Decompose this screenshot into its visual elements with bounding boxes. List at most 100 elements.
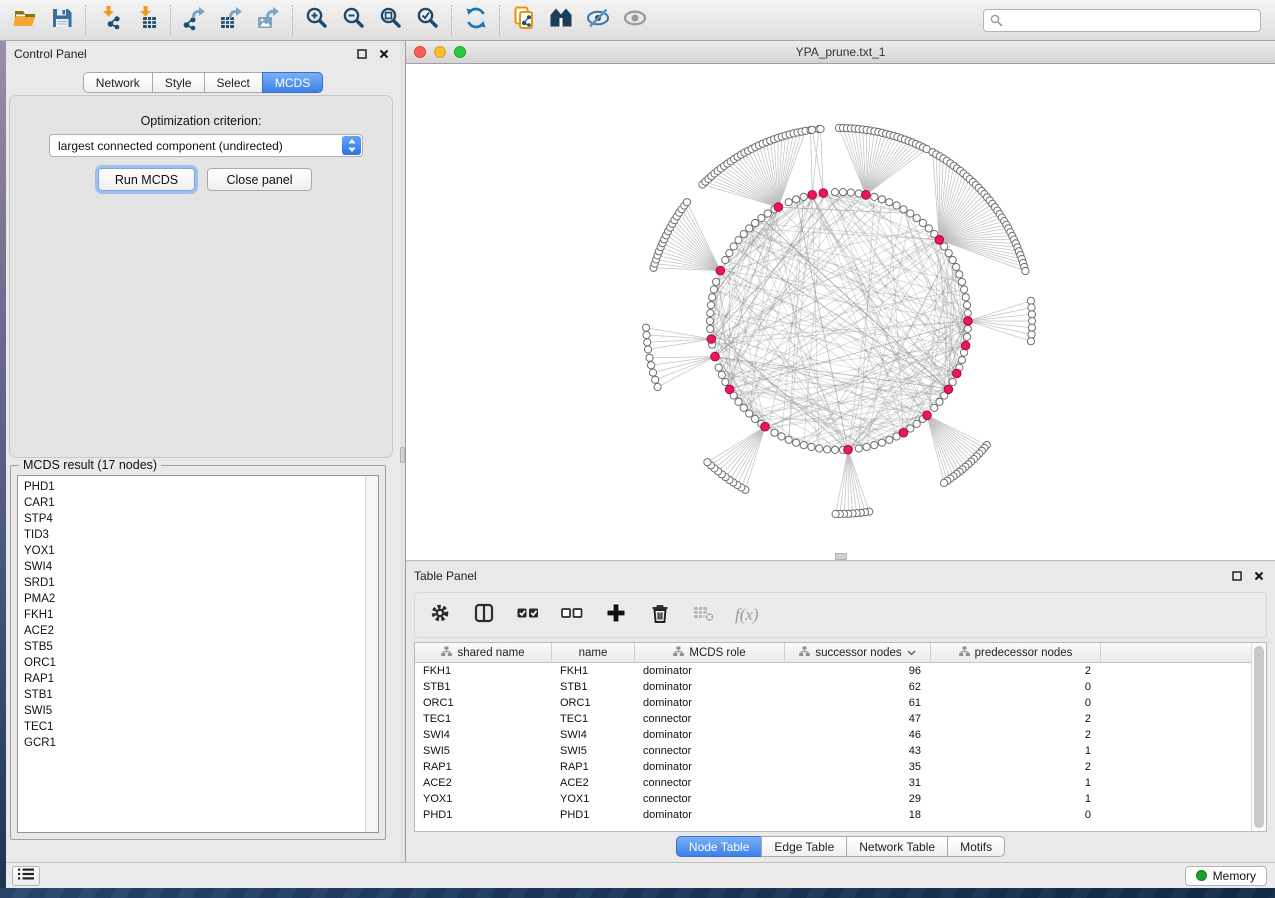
graph-mcds-node[interactable] — [711, 352, 720, 361]
graph-node[interactable] — [793, 439, 800, 446]
column-header-successor-nodes[interactable]: successor nodes — [785, 643, 931, 662]
graph-node[interactable] — [863, 443, 870, 450]
delete-row-button[interactable] — [647, 602, 673, 628]
tab-edge-table[interactable]: Edge Table — [761, 836, 847, 857]
zoom-out-button[interactable] — [335, 3, 372, 37]
tab-node-table[interactable]: Node Table — [676, 836, 763, 857]
graph-node[interactable] — [824, 446, 831, 453]
tab-mcds[interactable]: MCDS — [262, 72, 323, 93]
graph-node[interactable] — [710, 286, 717, 293]
graph-leaf-node[interactable] — [1027, 338, 1034, 345]
graph-mcds-node[interactable] — [953, 369, 962, 378]
graph-mcds-node[interactable] — [935, 236, 944, 245]
mcds-list-scrollbar[interactable] — [365, 476, 378, 832]
graph-node[interactable] — [855, 445, 862, 452]
open-file-button[interactable] — [6, 3, 43, 37]
mcds-result-item[interactable]: GCR1 — [24, 735, 365, 751]
graph-node[interactable] — [956, 271, 963, 278]
table-row[interactable]: STB1STB1dominator620 — [415, 679, 1251, 695]
graph-leaf-node[interactable] — [652, 376, 659, 383]
import-table-button[interactable] — [128, 3, 165, 37]
graph-mcds-node[interactable] — [923, 411, 932, 420]
graph-mcds-node[interactable] — [725, 385, 734, 394]
graph-leaf-node[interactable] — [649, 369, 656, 376]
graph-mcds-node[interactable] — [862, 191, 871, 200]
graph-leaf-node[interactable] — [809, 126, 816, 133]
graph-leaf-node[interactable] — [832, 510, 839, 517]
graph-node[interactable] — [964, 310, 971, 317]
graph-node[interactable] — [722, 378, 729, 385]
export-table-button[interactable] — [213, 3, 250, 37]
run-mcds-button[interactable]: Run MCDS — [98, 168, 195, 191]
table-row[interactable]: SWI5SWI5connector431 — [415, 743, 1251, 759]
graph-node[interactable] — [785, 199, 792, 206]
mcds-result-item[interactable]: RAP1 — [24, 671, 365, 687]
mcds-result-item[interactable]: STP4 — [24, 511, 365, 527]
graph-node[interactable] — [713, 278, 720, 285]
save-session-button[interactable] — [43, 3, 80, 37]
zoom-fit-button[interactable] — [372, 3, 409, 37]
graph-node[interactable] — [839, 189, 846, 196]
graph-node[interactable] — [746, 410, 753, 417]
graph-node[interactable] — [709, 294, 716, 301]
graph-mcds-node[interactable] — [774, 203, 783, 212]
graph-leaf-node[interactable] — [645, 346, 652, 353]
export-network-button[interactable] — [176, 3, 213, 37]
graph-node[interactable] — [707, 325, 714, 332]
graph-node[interactable] — [831, 189, 838, 196]
graph-node[interactable] — [958, 357, 965, 364]
graph-leaf-node[interactable] — [941, 479, 948, 486]
graph-node[interactable] — [831, 446, 838, 453]
graph-node[interactable] — [919, 219, 926, 226]
tab-motifs[interactable]: Motifs — [947, 836, 1005, 857]
graph-node[interactable] — [735, 398, 742, 405]
graph-node[interactable] — [752, 219, 759, 226]
graph-node[interactable] — [963, 302, 970, 309]
graph-node[interactable] — [722, 256, 729, 263]
graph-mcds-node[interactable] — [961, 341, 970, 350]
graph-node[interactable] — [886, 436, 893, 443]
graph-node[interactable] — [735, 237, 742, 244]
column-header-MCDS-role[interactable]: MCDS role — [635, 643, 785, 662]
graph-node[interactable] — [871, 193, 878, 200]
graph-node[interactable] — [936, 398, 943, 405]
table-row[interactable]: ORC1ORC1dominator610 — [415, 695, 1251, 711]
table-row[interactable]: TEC1TEC1connector472 — [415, 711, 1251, 727]
hide-selected-button[interactable] — [579, 3, 616, 37]
mcds-result-item[interactable]: SWI4 — [24, 559, 365, 575]
zoom-selected-button[interactable] — [409, 3, 446, 37]
graph-node[interactable] — [706, 317, 713, 324]
graph-mcds-node[interactable] — [707, 335, 716, 344]
graph-node[interactable] — [949, 256, 956, 263]
graph-leaf-node[interactable] — [683, 199, 690, 206]
optimization-criterion-select[interactable]: largest connected component (undirected) — [49, 134, 363, 157]
mcds-result-item[interactable]: YOX1 — [24, 543, 365, 559]
graph-leaf-node[interactable] — [643, 324, 650, 331]
graph-node[interactable] — [808, 443, 815, 450]
mcds-result-item[interactable]: SWI5 — [24, 703, 365, 719]
graph-mcds-node[interactable] — [964, 317, 973, 326]
mcds-result-item[interactable]: PMA2 — [24, 591, 365, 607]
graph-node[interactable] — [764, 210, 771, 217]
float-table-panel-icon[interactable] — [1229, 568, 1245, 584]
graph-leaf-node[interactable] — [1028, 317, 1035, 324]
mcds-result-item[interactable]: TEC1 — [24, 719, 365, 735]
memory-button[interactable]: Memory — [1185, 866, 1267, 886]
column-header-shared-name[interactable]: shared name — [415, 643, 552, 662]
graph-node[interactable] — [752, 415, 759, 422]
graph-node[interactable] — [893, 202, 900, 209]
table-row[interactable]: PHD1PHD1dominator180 — [415, 807, 1251, 823]
graph-leaf-node[interactable] — [704, 459, 711, 466]
graph-node[interactable] — [962, 294, 969, 301]
mcds-result-item[interactable]: STB5 — [24, 639, 365, 655]
settings-button[interactable] — [427, 602, 453, 628]
graph-node[interactable] — [778, 433, 785, 440]
graph-node[interactable] — [953, 264, 960, 271]
graph-node[interactable] — [878, 439, 885, 446]
graph-node[interactable] — [961, 286, 968, 293]
mcds-result-list[interactable]: PHD1CAR1STP4TID3YOX1SWI4SRD1PMA2FKH1ACE2… — [17, 475, 379, 833]
graph-node[interactable] — [945, 250, 952, 257]
graph-mcds-node[interactable] — [944, 385, 953, 394]
import-network-button[interactable] — [91, 3, 128, 37]
graph-node[interactable] — [707, 310, 714, 317]
